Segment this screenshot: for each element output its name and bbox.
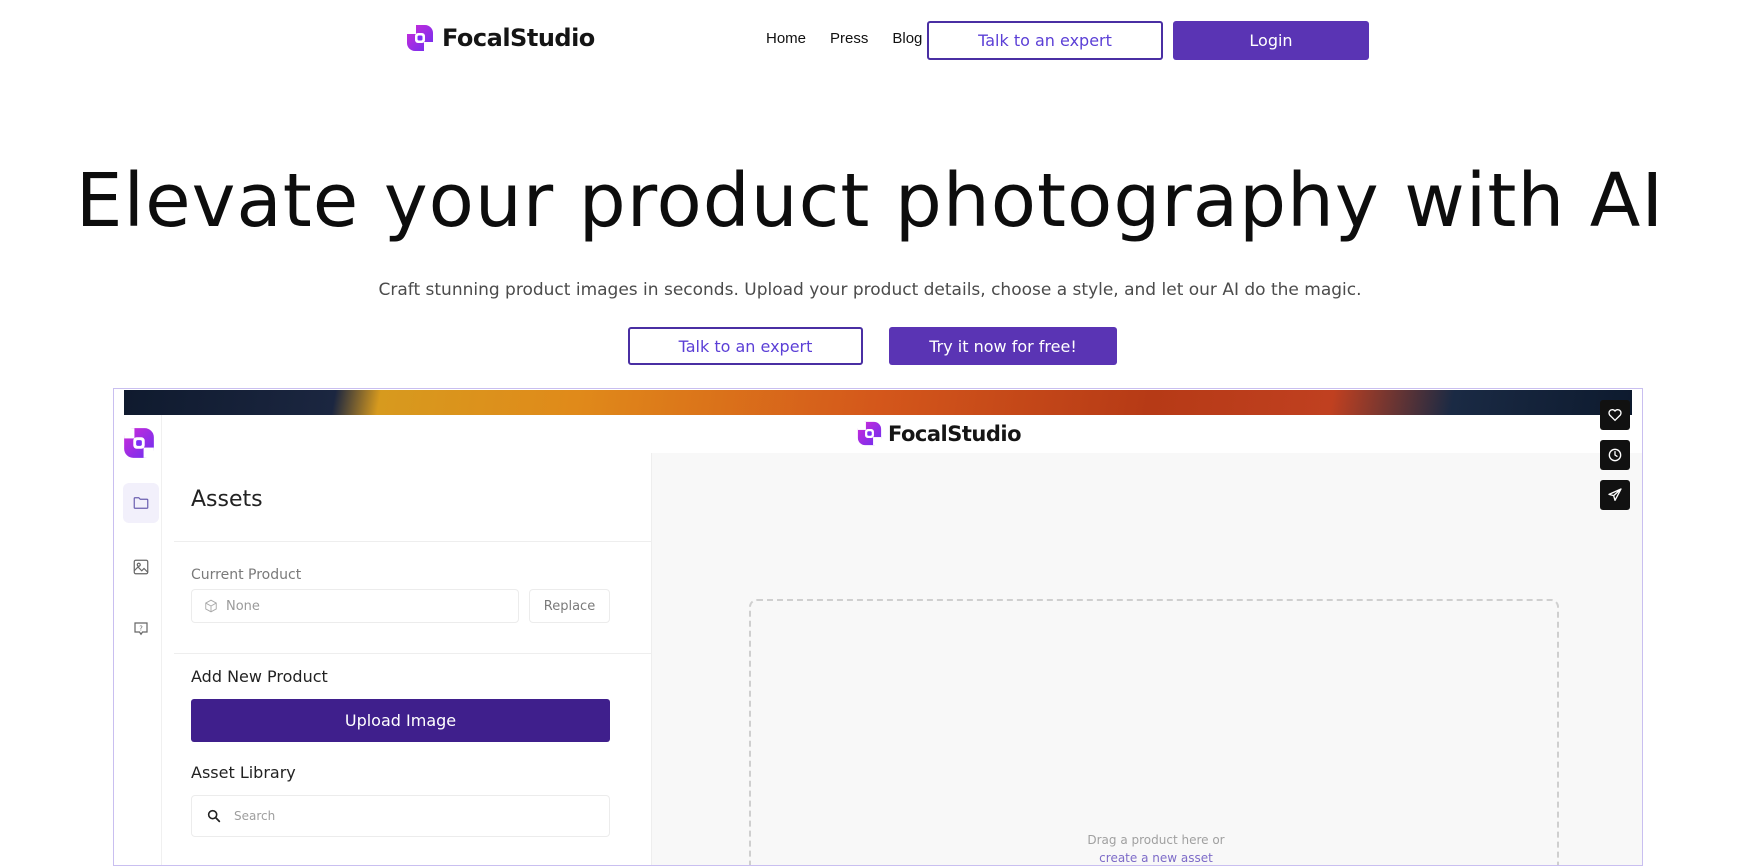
app-brand-name: FocalStudio: [888, 421, 1022, 446]
preview-banner: [124, 390, 1632, 415]
nav-link-press[interactable]: Press: [830, 30, 868, 47]
top-nav: FocalStudio Home Press Blog Talk to an e…: [0, 0, 1740, 80]
asset-library-label: Asset Library: [191, 763, 296, 782]
current-product-label: Current Product: [191, 567, 302, 583]
nav-link-home[interactable]: Home: [766, 30, 806, 47]
assets-panel: Assets Current Product None Replace Add …: [174, 453, 652, 865]
send-icon: [1608, 488, 1622, 501]
app-header-logo-icon: [857, 421, 882, 446]
upload-image-button[interactable]: Upload Image: [191, 699, 610, 742]
nav-links: Home Press Blog: [766, 30, 922, 47]
hero-title: Elevate your product photography with AI: [75, 158, 1665, 244]
folder-icon: [133, 497, 149, 509]
try-for-free-button[interactable]: Try it now for free!: [889, 327, 1117, 365]
dropzone-hint: Drag a product here or: [1087, 833, 1225, 847]
favorite-button[interactable]: [1600, 400, 1630, 430]
box-icon: [205, 599, 217, 613]
current-product-value: None: [226, 598, 260, 614]
app-header: FocalStudio: [174, 415, 1642, 453]
panel-divider: [174, 541, 652, 542]
brand-logo[interactable]: FocalStudio: [406, 24, 595, 52]
heart-icon: [1608, 409, 1622, 422]
search-placeholder: Search: [234, 809, 276, 823]
assets-title: Assets: [191, 487, 263, 512]
svg-text:?: ?: [139, 625, 143, 633]
sidebar-help-button[interactable]: ?: [123, 609, 159, 649]
app-brand: FocalStudio: [857, 421, 1022, 446]
product-dropzone[interactable]: Drag a product here or create a new asse…: [749, 599, 1561, 865]
search-icon: [207, 809, 221, 823]
image-icon: [133, 559, 149, 575]
app-preview: ? FocalStudio Assets Current Product Non…: [113, 388, 1643, 866]
panel-divider: [174, 653, 652, 654]
sidebar-assets-button[interactable]: [123, 483, 159, 523]
hero-subtitle: Craft stunning product images in seconds…: [378, 280, 1362, 300]
app-logo-icon[interactable]: [123, 427, 155, 459]
share-button[interactable]: [1600, 480, 1630, 510]
floating-actions: [1600, 400, 1630, 510]
hero-talk-to-expert-button[interactable]: Talk to an expert: [628, 327, 863, 365]
replace-button[interactable]: Replace: [529, 589, 610, 623]
clock-icon: [1608, 448, 1622, 462]
current-product-field[interactable]: None: [191, 589, 519, 623]
create-asset-link[interactable]: create a new asset: [751, 851, 1561, 865]
login-button[interactable]: Login: [1173, 21, 1369, 60]
sidebar-images-button[interactable]: [123, 547, 159, 587]
focalstudio-logo-icon: [407, 25, 433, 51]
help-icon: ?: [134, 622, 148, 636]
canvas-area: Drag a product here or create a new asse…: [652, 453, 1642, 865]
add-new-product-label: Add New Product: [191, 667, 328, 686]
nav-link-blog[interactable]: Blog: [892, 30, 922, 47]
nav-talk-to-expert-button[interactable]: Talk to an expert: [927, 21, 1163, 60]
history-button[interactable]: [1600, 440, 1630, 470]
asset-search-input[interactable]: Search: [191, 795, 610, 837]
app-sidebar: ?: [114, 415, 162, 865]
brand-name: FocalStudio: [442, 24, 595, 52]
